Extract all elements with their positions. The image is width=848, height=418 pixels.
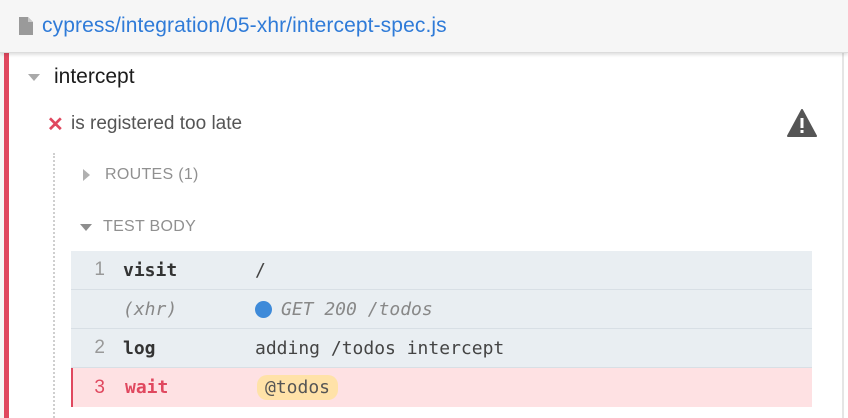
attempt-tree-line [53,153,55,418]
test-body-section-header[interactable]: TEST BODY [80,215,196,239]
chevron-down-icon[interactable] [80,223,92,231]
command-message: GET 200 /todos [255,299,433,320]
suite-header[interactable]: intercept [28,62,135,92]
failed-runnable-stripe [4,53,9,418]
test-title: is registered too late [71,113,243,134]
suite-title: intercept [54,65,135,88]
spec-header: cypress/integration/05-xhr/intercept-spe… [0,0,848,53]
xhr-status-dot-icon [255,300,272,318]
command-message: / [255,259,266,281]
chevron-down-icon[interactable] [28,73,40,81]
file-icon [19,17,33,35]
chevron-right-icon[interactable] [83,169,90,181]
spec-file-link[interactable]: cypress/integration/05-xhr/intercept-spe… [42,14,447,38]
left-edge [0,0,4,418]
command-row-wait[interactable]: 3 wait @todos [71,368,812,407]
test-header[interactable]: ✕ is registered too late [47,109,827,139]
routes-section-header[interactable]: ROUTES (1) [83,163,199,187]
command-number: 3 [94,376,105,398]
xhr-message: GET 200 /todos [281,298,433,320]
command-row-visit[interactable]: 1 visit / [71,251,812,290]
test-body-label: TEST BODY [103,218,197,235]
command-message: adding /todos intercept [255,337,505,359]
command-log: 1 visit / (xhr) GET 200 /todos 2 log add… [71,251,812,407]
panel-border [842,53,844,418]
command-number: 2 [94,337,105,358]
command-row-log[interactable]: 2 log adding /todos intercept [71,329,812,368]
command-number: 1 [94,259,105,280]
failed-x-icon: ✕ [47,113,64,136]
command-name: (xhr) [123,298,178,320]
command-message: @todos [257,375,339,400]
command-name: wait [125,377,169,398]
command-name: log [123,337,156,359]
command-row-xhr[interactable]: (xhr) GET 200 /todos [71,290,812,329]
alias-badge[interactable]: @todos [257,375,339,400]
command-name: visit [123,259,178,281]
warning-icon[interactable] [787,109,817,137]
routes-label: ROUTES (1) [105,166,199,183]
